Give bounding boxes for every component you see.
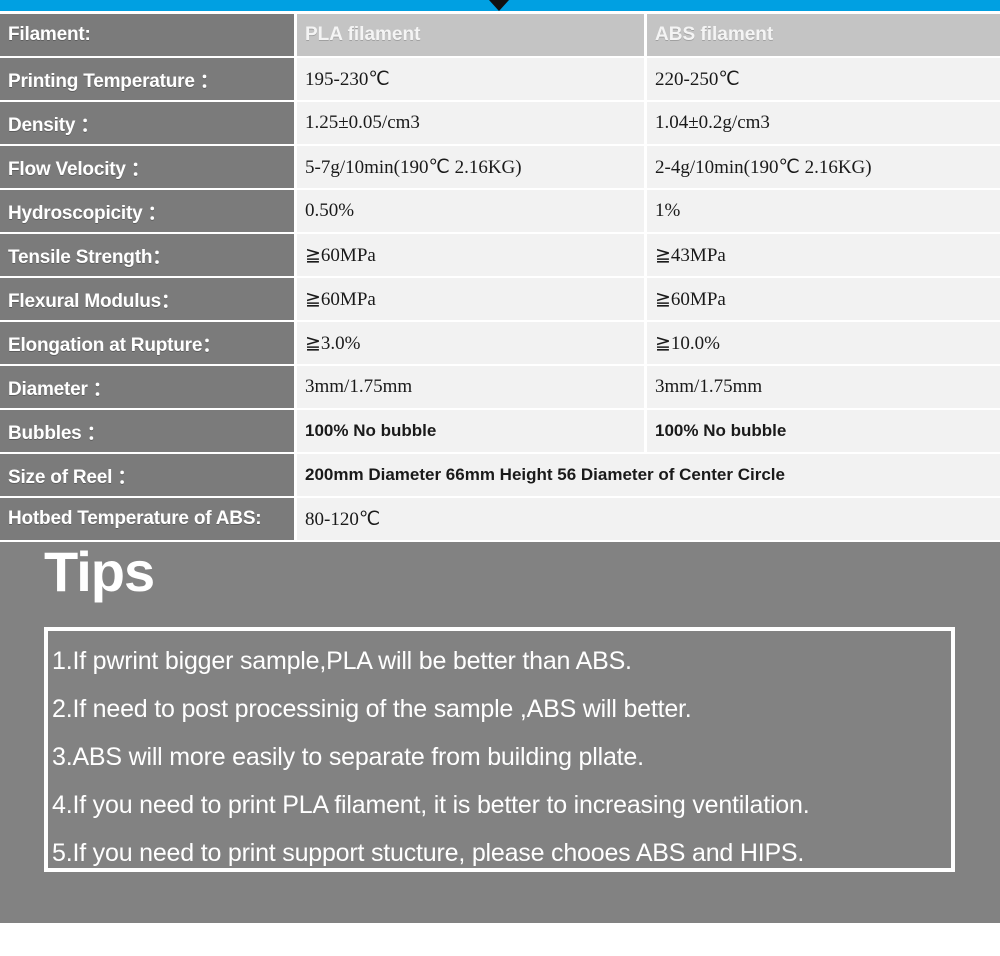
row-label: Size of Reel ： xyxy=(0,454,297,496)
row-value-pla: 100% No bubble xyxy=(297,410,647,452)
row-value-pla: ≧3.0% xyxy=(297,322,647,364)
row-label: Printing Temperature ： xyxy=(0,58,297,100)
tip-line: 2.If need to post processinig of the sam… xyxy=(52,695,692,723)
table-row: Elongation at Rupture： ≧3.0% ≧10.0% xyxy=(0,322,1000,364)
tip-line: 4.If you need to print PLA filament, it … xyxy=(52,791,810,819)
row-label: Diameter ： xyxy=(0,366,297,408)
row-label: Bubbles ： xyxy=(0,410,297,452)
tip-line: 1.If pwrint bigger sample,PLA will be be… xyxy=(52,647,632,675)
table-row: Hydroscopicity ： 0.50% 1% xyxy=(0,190,1000,232)
header-cell-pla: PLA filament xyxy=(297,14,647,56)
row-value-abs: ≧43MPa xyxy=(647,234,1000,276)
filament-spec-table: Filament: PLA filament ABS filament Prin… xyxy=(0,12,1000,542)
table-row: Printing Temperature ： 195-230℃ 220-250℃ xyxy=(0,58,1000,100)
row-value-pla: 3mm/1.75mm xyxy=(297,366,647,408)
row-value-abs: ≧60MPa xyxy=(647,278,1000,320)
table-row: Bubbles ： 100% No bubble 100% No bubble xyxy=(0,410,1000,452)
table-row: Hotbed Temperature of ABS: 80-120℃ xyxy=(0,498,1000,540)
header-cell-abs: ABS filament xyxy=(647,14,1000,56)
row-value-pla: 1.25±0.05/cm3 xyxy=(297,102,647,144)
row-label: Tensile Strength： xyxy=(0,234,297,276)
table-row: Tensile Strength： ≧60MPa ≧43MPa xyxy=(0,234,1000,276)
row-value-span: 80-120℃ xyxy=(297,498,1000,540)
row-label: Flow Velocity ： xyxy=(0,146,297,188)
row-label: Density ： xyxy=(0,102,297,144)
row-value-pla: ≧60MPa xyxy=(297,234,647,276)
table-header-row: Filament: PLA filament ABS filament xyxy=(0,14,1000,56)
top-banner xyxy=(0,0,1000,11)
row-value-abs: 100% No bubble xyxy=(647,410,1000,452)
tips-box: 1.If pwrint bigger sample,PLA will be be… xyxy=(44,627,955,872)
tips-panel: Tips 1.If pwrint bigger sample,PLA will … xyxy=(0,542,1000,923)
table-row: Size of Reel ： 200mm Diameter 66mm Heigh… xyxy=(0,454,1000,496)
row-value-abs: ≧10.0% xyxy=(647,322,1000,364)
row-value-span: 200mm Diameter 66mm Height 56 Diameter o… xyxy=(297,454,1000,496)
table-row: Diameter ： 3mm/1.75mm 3mm/1.75mm xyxy=(0,366,1000,408)
tips-title: Tips xyxy=(44,540,155,603)
table-row: Density ： 1.25±0.05/cm3 1.04±0.2g/cm3 xyxy=(0,102,1000,144)
table-row: Flow Velocity ： 5-7g/10min(190℃ 2.16KG) … xyxy=(0,146,1000,188)
spec-table-container: Filament: PLA filament ABS filament Prin… xyxy=(0,11,1000,542)
row-value-abs: 3mm/1.75mm xyxy=(647,366,1000,408)
row-value-pla: 5-7g/10min(190℃ 2.16KG) xyxy=(297,146,647,188)
tip-line: 3.ABS will more easily to separate from … xyxy=(52,743,644,771)
row-value-abs: 220-250℃ xyxy=(647,58,1000,100)
header-cell-filament: Filament: xyxy=(0,14,297,56)
row-label: Elongation at Rupture： xyxy=(0,322,297,364)
row-value-abs: 1% xyxy=(647,190,1000,232)
row-label: Hotbed Temperature of ABS: xyxy=(0,498,297,540)
tip-line: 5.If you need to print support stucture,… xyxy=(52,839,805,867)
row-value-pla: ≧60MPa xyxy=(297,278,647,320)
row-value-abs: 2-4g/10min(190℃ 2.16KG) xyxy=(647,146,1000,188)
table-row: Flexural Modulus： ≧60MPa ≧60MPa xyxy=(0,278,1000,320)
row-value-pla: 0.50% xyxy=(297,190,647,232)
banner-down-arrow-icon xyxy=(489,0,509,11)
row-value-abs: 1.04±0.2g/cm3 xyxy=(647,102,1000,144)
row-label: Flexural Modulus： xyxy=(0,278,297,320)
row-label: Hydroscopicity ： xyxy=(0,190,297,232)
row-value-pla: 195-230℃ xyxy=(297,58,647,100)
